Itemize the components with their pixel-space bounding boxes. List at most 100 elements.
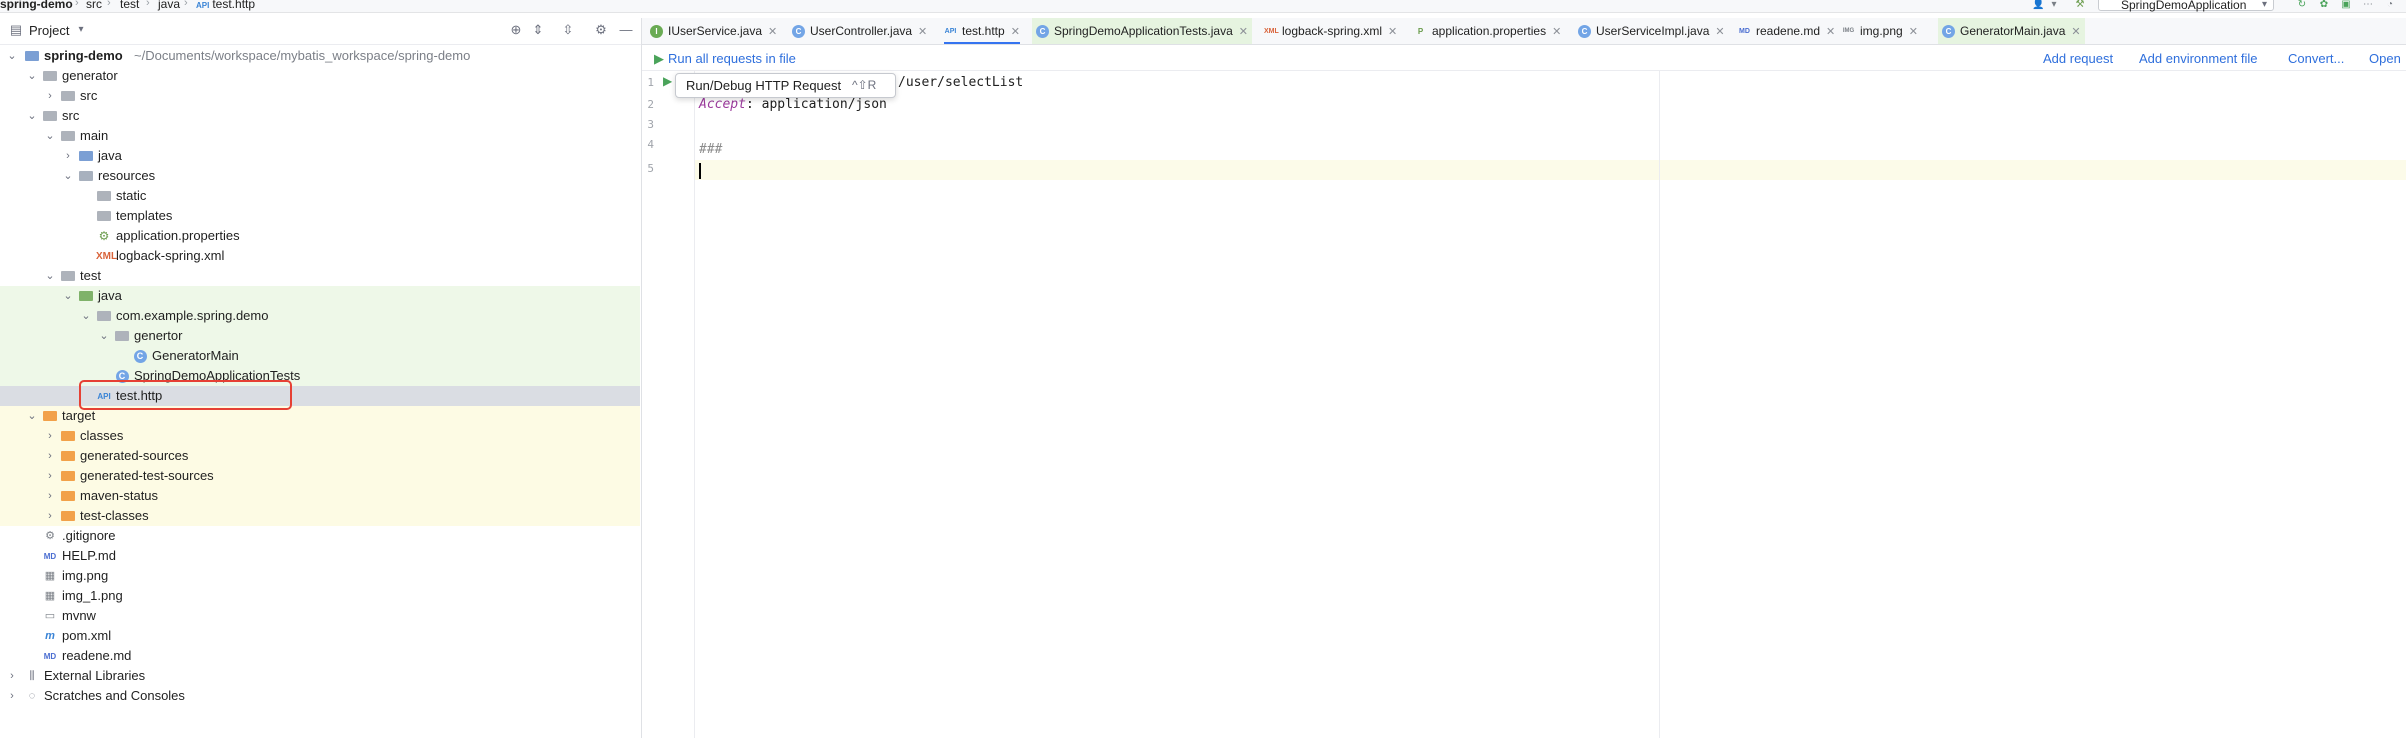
- chevron-right-icon[interactable]: ›: [6, 688, 18, 704]
- tab-springdemo-tests[interactable]: C SpringDemoApplicationTests.java ✕: [1032, 18, 1252, 44]
- coverage-icon[interactable]: ▣: [2340, 0, 2352, 10]
- tree-item-test-classes[interactable]: › test-classes: [0, 506, 640, 526]
- tree-item-generator-src[interactable]: › src: [0, 86, 640, 106]
- chevron-down-icon[interactable]: ▾: [73, 22, 89, 38]
- tab-logback-xml[interactable]: XML logback-spring.xml ✕: [1264, 18, 1397, 44]
- chevron-down-icon[interactable]: ⌄: [26, 408, 38, 424]
- chevron-down-icon[interactable]: ⌄: [80, 308, 92, 324]
- add-request-button[interactable]: Add request: [2043, 51, 2113, 66]
- tree-item-test-java[interactable]: ⌄ java: [0, 286, 640, 306]
- expand-all-icon[interactable]: ⇕: [530, 22, 546, 38]
- tab-userserviceimpl[interactable]: C UserServiceImpl.java ✕: [1578, 18, 1725, 44]
- close-icon[interactable]: ✕: [1239, 26, 1248, 38]
- gear-icon[interactable]: ⚙: [593, 22, 609, 38]
- tree-item-genertor[interactable]: ⌄ genertor: [0, 326, 640, 346]
- chevron-down-icon[interactable]: ⌄: [44, 128, 56, 144]
- tab-iuserservice[interactable]: I IUserService.java ✕: [650, 18, 777, 44]
- chevron-right-icon[interactable]: ›: [44, 88, 56, 104]
- chevron-right-icon[interactable]: ›: [44, 468, 56, 484]
- add-environment-file-button[interactable]: Add environment file: [2139, 51, 2258, 66]
- tab-generatormain[interactable]: C GeneratorMain.java ✕: [1938, 18, 2085, 44]
- profile-icon[interactable]: ◔: [2384, 0, 2396, 10]
- code-editor[interactable]: /user/selectList Accept: application/jso…: [695, 71, 2406, 738]
- tree-item-package[interactable]: ⌄ com.example.spring.demo: [0, 306, 640, 326]
- rerun-icon[interactable]: ↻: [2296, 0, 2308, 10]
- tree-item-application-properties[interactable]: ⚙ application.properties: [0, 226, 640, 246]
- tree-item-main[interactable]: ⌄ main: [0, 126, 640, 146]
- collapse-all-icon[interactable]: ⇳: [560, 22, 576, 38]
- close-icon[interactable]: ✕: [1552, 26, 1561, 38]
- chevron-down-icon[interactable]: ⌄: [26, 68, 38, 84]
- tab-application-properties[interactable]: Papplication.properties ✕: [1414, 18, 1561, 44]
- tree-item-main-java[interactable]: › java: [0, 146, 640, 166]
- tree-item-readene-md[interactable]: MD readene.md: [0, 646, 640, 666]
- tree-item-project-root[interactable]: ⌄ spring-demo ~/Documents/workspace/myba…: [0, 46, 640, 66]
- excluded-folder-icon: [60, 428, 76, 444]
- run-configuration-selector[interactable]: SpringDemoApplication ▾: [2098, 0, 2274, 12]
- tree-item-scratches[interactable]: › ◌ Scratches and Consoles: [0, 686, 640, 706]
- chevron-right-icon[interactable]: ›: [44, 488, 56, 504]
- close-icon[interactable]: ✕: [1715, 26, 1724, 38]
- chevron-right-icon[interactable]: ›: [62, 148, 74, 164]
- chevron-down-icon[interactable]: ⌄: [26, 108, 38, 124]
- tree-item-label: generator: [62, 68, 118, 83]
- open-button[interactable]: Open: [2369, 51, 2401, 66]
- breadcrumb-test[interactable]: test: [120, 0, 139, 11]
- breadcrumb-java[interactable]: java: [158, 0, 180, 11]
- chevron-right-icon[interactable]: ›: [44, 448, 56, 464]
- chevron-right-icon[interactable]: ›: [44, 508, 56, 524]
- tree-item-img-png[interactable]: ▦ img.png: [0, 566, 640, 586]
- tab-img-png[interactable]: IMG img.png ✕: [1842, 18, 1918, 44]
- tree-item-generator[interactable]: ⌄ generator: [0, 66, 640, 86]
- tab-usercontroller[interactable]: C UserController.java ✕: [792, 18, 927, 44]
- chevron-right-icon[interactable]: ›: [6, 668, 18, 684]
- project-panel-title[interactable]: Project: [29, 23, 69, 38]
- breadcrumb-src[interactable]: src: [86, 0, 102, 11]
- tree-item-generated-sources[interactable]: › generated-sources: [0, 446, 640, 466]
- minimize-icon[interactable]: —: [618, 22, 634, 38]
- more-run-icon[interactable]: ⋯: [2362, 0, 2374, 10]
- tree-item-resources[interactable]: ⌄ resources: [0, 166, 640, 186]
- chevron-right-icon[interactable]: ›: [44, 428, 56, 444]
- chevron-down-icon[interactable]: ⌄: [44, 268, 56, 284]
- tree-item-templates[interactable]: templates: [0, 206, 640, 226]
- close-icon[interactable]: ✕: [2071, 26, 2080, 38]
- tab-test-http[interactable]: API test.http ✕: [944, 18, 1020, 44]
- tree-item-classes[interactable]: › classes: [0, 426, 640, 446]
- close-icon[interactable]: ✕: [1388, 26, 1397, 38]
- tree-item-gitignore[interactable]: ⚙ .gitignore: [0, 526, 640, 546]
- tree-item-maven-status[interactable]: › maven-status: [0, 486, 640, 506]
- tree-item-src[interactable]: ⌄ src: [0, 106, 640, 126]
- run-all-requests-button[interactable]: ▶ Run all requests in file: [654, 51, 796, 67]
- run-request-icon[interactable]: ▶: [663, 74, 672, 88]
- header-value: : application/json: [745, 97, 887, 112]
- chevron-down-icon[interactable]: ⌄: [6, 48, 18, 64]
- convert-button[interactable]: Convert...: [2288, 51, 2344, 66]
- hammer-icon[interactable]: ⚒: [2074, 0, 2086, 10]
- tree-item-external-libraries[interactable]: › ⫼ External Libraries: [0, 666, 640, 686]
- chevron-down-icon[interactable]: ⌄: [98, 328, 110, 344]
- breadcrumb-project[interactable]: spring-demo: [0, 0, 73, 11]
- chevron-down-icon[interactable]: ▾: [2048, 0, 2060, 10]
- close-icon[interactable]: ✕: [918, 26, 927, 38]
- tree-item-logback-xml[interactable]: XML logback-spring.xml: [0, 246, 640, 266]
- close-icon[interactable]: ✕: [1826, 26, 1835, 38]
- tab-readene-md[interactable]: MD readene.md ✕: [1738, 18, 1835, 44]
- locate-file-icon[interactable]: ⊕: [508, 22, 524, 38]
- chevron-down-icon[interactable]: ⌄: [62, 168, 74, 184]
- chevron-down-icon[interactable]: ⌄: [62, 288, 74, 304]
- tree-item-static[interactable]: static: [0, 186, 640, 206]
- close-icon[interactable]: ✕: [768, 26, 777, 38]
- close-icon[interactable]: ✕: [1909, 26, 1918, 38]
- user-icon[interactable]: 👤: [2032, 0, 2044, 10]
- breadcrumb-file[interactable]: API test.http: [196, 0, 255, 11]
- tree-item-generator-main[interactable]: C GeneratorMain: [0, 346, 640, 366]
- debug-icon[interactable]: ✿: [2318, 0, 2330, 10]
- tree-item-img1-png[interactable]: ▦ img_1.png: [0, 586, 640, 606]
- tree-item-help-md[interactable]: MD HELP.md: [0, 546, 640, 566]
- close-icon[interactable]: ✕: [1011, 26, 1020, 38]
- tree-item-mvnw[interactable]: ▭ mvnw: [0, 606, 640, 626]
- tree-item-generated-test-sources[interactable]: › generated-test-sources: [0, 466, 640, 486]
- tree-item-test[interactable]: ⌄ test: [0, 266, 640, 286]
- tree-item-pom-xml[interactable]: m pom.xml: [0, 626, 640, 646]
